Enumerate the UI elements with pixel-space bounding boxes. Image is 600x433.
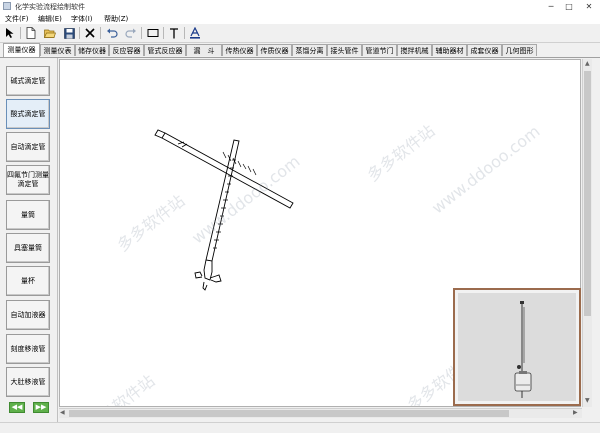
text-icon[interactable] (167, 26, 181, 40)
scroll-left-icon[interactable]: ◀ (60, 409, 65, 417)
window-title: 化学实验流程绘制软件 (15, 3, 85, 11)
menu-font[interactable]: 字体(I) (71, 14, 93, 24)
vertical-scrollbar[interactable]: ▲ ▼ (582, 59, 592, 407)
toolbar-separator (141, 27, 142, 39)
watermark-url: www.ddooo.com (428, 121, 544, 218)
menu-help[interactable]: 帮助(Z) (104, 14, 128, 24)
instrument-button[interactable]: 碱式滴定管 (6, 66, 50, 96)
vertical-scroll-thumb[interactable] (584, 71, 591, 316)
tab-heat-transfer[interactable]: 传热仪器 (222, 44, 257, 56)
status-bar (0, 422, 600, 433)
toolbar (0, 24, 600, 43)
tab-reaction-vessels[interactable]: 反应容器 (109, 44, 144, 56)
rectangle-icon[interactable] (146, 26, 160, 40)
horizontal-scrollbar[interactable]: ◀ ▶ (59, 408, 582, 418)
undo-icon[interactable] (105, 26, 119, 40)
scroll-right-icon[interactable]: ▶ (573, 409, 578, 417)
menu-edit[interactable]: 编辑(E) (38, 14, 62, 24)
instrument-panel: 碱式滴定管 酸式滴定管 自动滴定管 四氟节门测量滴定管 量筒 具塞量筒 量杯 自… (0, 58, 58, 422)
instrument-button[interactable]: 大肚移液管 (6, 367, 50, 397)
save-icon[interactable] (62, 26, 76, 40)
tab-storage-instruments[interactable]: 储存仪器 (75, 44, 109, 56)
delete-icon[interactable] (83, 26, 97, 40)
instrument-button[interactable]: 自动加液器 (6, 300, 50, 330)
menu-file[interactable]: 文件(F) (5, 14, 29, 24)
preview-viewport (458, 293, 576, 401)
tab-tubular-reactors[interactable]: 管式反应器 (144, 44, 186, 56)
instrument-button[interactable]: 自动滴定管 (6, 132, 50, 162)
burette-drawing[interactable] (150, 120, 400, 370)
toolbar-separator (184, 27, 185, 39)
close-button[interactable]: ✕ (578, 0, 600, 13)
scroll-down-icon[interactable]: ▼ (585, 397, 590, 405)
scroll-up-icon[interactable]: ▲ (585, 60, 590, 68)
app-icon (3, 2, 11, 10)
tab-distillation[interactable]: 蒸馏分离 (292, 44, 327, 56)
tab-geometric-shapes[interactable]: 几何图形 (502, 44, 537, 56)
horizontal-scroll-thumb[interactable] (69, 410, 509, 417)
instrument-button[interactable]: 四氟节门测量滴定管 (6, 165, 50, 195)
tab-funnels[interactable]: 漏 斗 (186, 44, 222, 56)
instrument-button[interactable]: 具塞量筒 (6, 233, 50, 263)
tab-pipe-valves[interactable]: 管道节门 (362, 44, 397, 56)
redo-icon[interactable] (124, 26, 138, 40)
category-tabs: 测量仪器 测量仪表 储存仪器 反应容器 管式反应器 漏 斗 传热仪器 传质仪器 … (0, 43, 600, 58)
tab-auxiliary-equipment[interactable]: 辅助器材 (432, 44, 467, 56)
watermark-text: 多多软件站 (83, 371, 159, 407)
window-controls: ─ □ ✕ (542, 0, 600, 13)
tab-mass-transfer[interactable]: 传质仪器 (257, 44, 292, 56)
instrument-button[interactable]: 酸式滴定管 (6, 99, 50, 129)
pointer-icon[interactable] (3, 26, 17, 40)
maximize-button[interactable]: □ (560, 0, 578, 13)
toolbar-separator (79, 27, 80, 39)
tab-fittings[interactable]: 接头管件 (327, 44, 362, 56)
tab-stirring-machinery[interactable]: 搅拌机械 (397, 44, 432, 56)
tab-measuring-instruments[interactable]: 测量仪器 (3, 43, 40, 57)
open-folder-icon[interactable] (43, 26, 57, 40)
preview-navigator[interactable] (453, 288, 581, 406)
preview-thumbnail (514, 301, 532, 398)
toolbar-separator (163, 27, 164, 39)
instrument-button[interactable]: 量筒 (6, 200, 50, 230)
toolbar-separator (100, 27, 101, 39)
minimize-button[interactable]: ─ (542, 0, 560, 13)
instrument-button[interactable]: 量杯 (6, 266, 50, 296)
new-file-icon[interactable] (24, 26, 38, 40)
title-bar: 化学实验流程绘制软件 ─ □ ✕ (0, 0, 600, 14)
prev-page-button[interactable]: ◀◀ (9, 402, 25, 413)
tab-complete-sets[interactable]: 成套仪器 (467, 44, 502, 56)
tab-measuring-meters[interactable]: 测量仪表 (40, 44, 75, 56)
toolbar-separator (20, 27, 21, 39)
instrument-button[interactable]: 刻度移液管 (6, 334, 50, 364)
font-color-icon[interactable] (188, 26, 202, 40)
next-page-button[interactable]: ▶▶ (33, 402, 49, 413)
